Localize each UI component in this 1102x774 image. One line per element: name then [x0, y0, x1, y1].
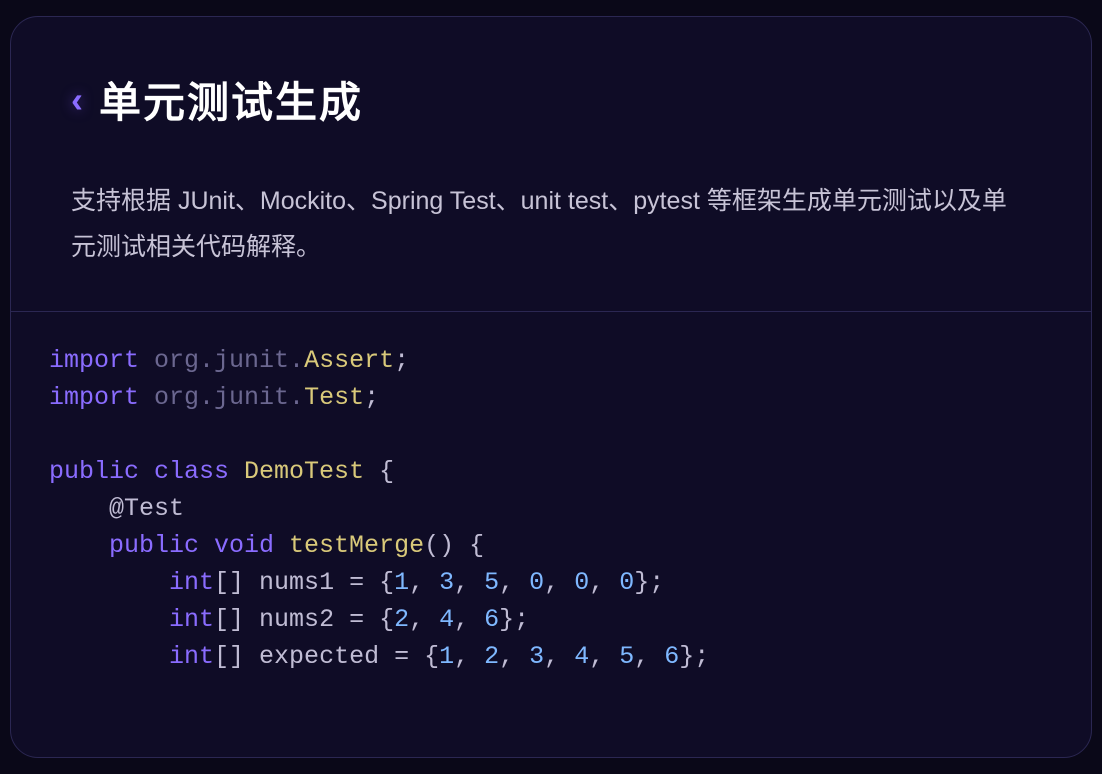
code-token: public class: [49, 457, 244, 486]
code-token: int: [169, 568, 214, 597]
code-token: 5: [484, 568, 499, 597]
code-token: 6: [664, 642, 679, 671]
code-token: ,: [499, 642, 529, 671]
code-token: 2: [394, 605, 409, 634]
code-token: ,: [589, 642, 619, 671]
code-token: 4: [574, 642, 589, 671]
feature-card: ‹ 单元测试生成 支持根据 JUnit、Mockito、Spring Test、…: [10, 16, 1092, 758]
code-token: 0: [529, 568, 544, 597]
code-block: import org.junit.Assert;import org.junit…: [11, 312, 1091, 758]
code-token: ,: [409, 568, 439, 597]
code-token: import: [49, 346, 154, 375]
code-token: [49, 531, 109, 560]
code-token: ,: [589, 568, 619, 597]
code-token: [] nums1 = {: [214, 568, 394, 597]
code-token: };: [499, 605, 529, 634]
code-token: };: [634, 568, 664, 597]
code-line: int[] expected = {1, 2, 3, 4, 5, 6};: [49, 638, 1053, 675]
code-line: import org.junit.Test;: [49, 379, 1053, 416]
code-token: int: [169, 642, 214, 671]
code-token: Assert: [304, 346, 394, 375]
code-token: ,: [454, 568, 484, 597]
card-header: ‹ 单元测试生成 支持根据 JUnit、Mockito、Spring Test、…: [11, 17, 1091, 311]
code-token: 5: [619, 642, 634, 671]
code-line: int[] nums1 = {1, 3, 5, 0, 0, 0};: [49, 564, 1053, 601]
code-token: ;: [394, 346, 409, 375]
code-token: [49, 494, 109, 523]
code-token: [] expected = {: [214, 642, 439, 671]
code-line: public void testMerge() {: [49, 527, 1053, 564]
code-token: org.junit.: [154, 383, 304, 412]
code-token: 4: [439, 605, 454, 634]
code-token: ,: [499, 568, 529, 597]
code-token: [49, 605, 169, 634]
code-token: ,: [634, 642, 664, 671]
code-token: import: [49, 383, 154, 412]
code-token: 6: [484, 605, 499, 634]
code-line: @Test: [49, 490, 1053, 527]
code-token: public void: [109, 531, 289, 560]
code-token: [] nums2 = {: [214, 605, 394, 634]
code-token: () {: [424, 531, 484, 560]
code-token: org.junit.: [154, 346, 304, 375]
code-token: 1: [394, 568, 409, 597]
code-token: 0: [619, 568, 634, 597]
chevron-left-icon: ‹: [71, 82, 83, 118]
code-token: @Test: [109, 494, 184, 523]
code-token: Test: [304, 383, 364, 412]
code-token: {: [364, 457, 394, 486]
code-token: 3: [439, 568, 454, 597]
code-token: 0: [574, 568, 589, 597]
code-line: import org.junit.Assert;: [49, 342, 1053, 379]
code-token: ,: [454, 605, 484, 634]
card-description: 支持根据 JUnit、Mockito、Spring Test、unit test…: [71, 178, 1031, 271]
title-row: ‹ 单元测试生成: [71, 69, 1031, 130]
code-token: ,: [544, 568, 574, 597]
code-token: [49, 568, 169, 597]
code-token: ,: [409, 605, 439, 634]
code-token: ;: [364, 383, 379, 412]
code-token: 1: [439, 642, 454, 671]
card-title: 单元测试生成: [99, 69, 363, 130]
code-token: testMerge: [289, 531, 424, 560]
code-token: [49, 642, 169, 671]
code-token: int: [169, 605, 214, 634]
code-line: public class DemoTest {: [49, 453, 1053, 490]
code-token: 3: [529, 642, 544, 671]
code-line: [49, 416, 1053, 453]
code-token: 2: [484, 642, 499, 671]
code-line: int[] nums2 = {2, 4, 6};: [49, 601, 1053, 638]
code-token: ,: [544, 642, 574, 671]
code-token: ,: [454, 642, 484, 671]
code-token: DemoTest: [244, 457, 364, 486]
code-token: };: [679, 642, 709, 671]
